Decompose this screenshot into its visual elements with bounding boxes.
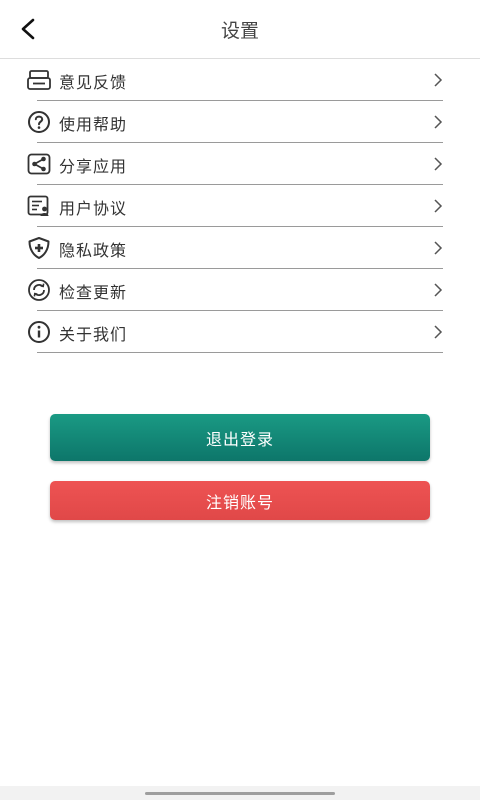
menu-item-check-update[interactable]: 检查更新 xyxy=(0,269,480,311)
chevron-right-icon xyxy=(434,241,443,255)
app-header: 设置 xyxy=(0,0,480,59)
home-indicator[interactable] xyxy=(145,792,335,795)
user-agreement-icon xyxy=(26,194,52,218)
share-icon xyxy=(26,152,52,176)
chevron-right-icon xyxy=(434,325,443,339)
divider xyxy=(37,352,443,353)
system-nav-bar xyxy=(0,786,480,800)
privacy-shield-icon xyxy=(26,236,52,260)
chevron-right-icon xyxy=(434,199,443,213)
feedback-icon xyxy=(26,68,52,92)
menu-item-feedback[interactable]: 意见反馈 xyxy=(0,59,480,101)
page-title: 设置 xyxy=(220,20,259,42)
menu-item-label: 使用帮助 xyxy=(59,115,128,134)
chevron-right-icon xyxy=(434,73,443,87)
menu-item-label: 检查更新 xyxy=(59,283,128,302)
menu-item-share[interactable]: 分享应用 xyxy=(0,143,480,185)
chevron-right-icon xyxy=(434,157,443,171)
logout-button[interactable]: 退出登录 xyxy=(50,414,430,461)
menu-item-label: 隐私政策 xyxy=(59,241,128,260)
chevron-right-icon xyxy=(434,115,443,129)
chevron-right-icon xyxy=(434,283,443,297)
menu-item-label: 分享应用 xyxy=(59,157,128,176)
menu-item-help[interactable]: 使用帮助 xyxy=(0,101,480,143)
settings-menu: 意见反馈 使用帮助 分享应用 用户协议 隐私政策 检查更新 关于我们 xyxy=(0,59,480,353)
menu-item-label: 意见反馈 xyxy=(59,73,128,92)
refresh-icon xyxy=(26,278,52,302)
menu-item-about-us[interactable]: 关于我们 xyxy=(0,311,480,353)
delete-account-button[interactable]: 注销账号 xyxy=(50,481,430,520)
info-icon xyxy=(26,320,52,344)
help-icon xyxy=(26,110,52,134)
menu-item-label: 关于我们 xyxy=(59,325,128,344)
menu-item-user-agreement[interactable]: 用户协议 xyxy=(0,185,480,227)
menu-item-privacy-policy[interactable]: 隐私政策 xyxy=(0,227,480,269)
menu-item-label: 用户协议 xyxy=(59,199,128,218)
